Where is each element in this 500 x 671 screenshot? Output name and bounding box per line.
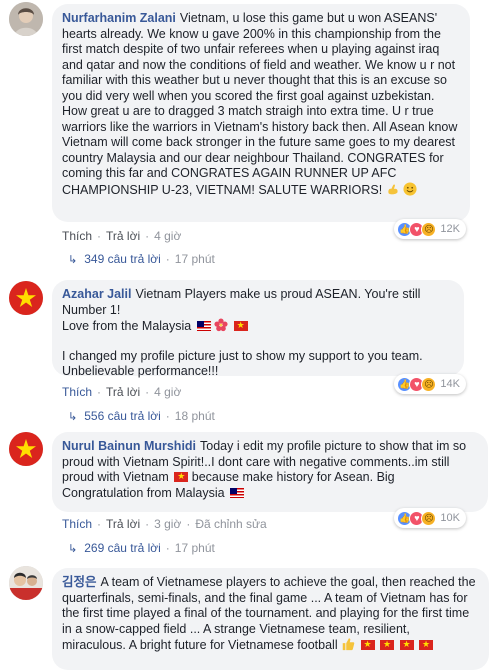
replies-time: 17 phút <box>174 541 215 555</box>
comment-bubble: Nurfarhanim Zalani Vietnam, u lose this g… <box>52 4 470 222</box>
comment-author[interactable]: Azahar Jalil <box>62 287 131 301</box>
comment-author[interactable]: 김정은 <box>62 575 97 589</box>
replies-time: 17 phút <box>174 252 215 266</box>
sad-reaction-icon: ☹ <box>421 510 437 526</box>
reply-arrow-icon: ↳ <box>68 253 78 266</box>
malaysia-flag-icon <box>230 487 245 498</box>
comment-bubble: Nurul Bainun Murshidi Today i edit my pro… <box>52 432 488 512</box>
replies-time: 18 phút <box>174 409 215 423</box>
reaction-summary[interactable]: 👍 ♥ ☹ 10K <box>394 508 466 528</box>
comment-item: 김정은 A team of Vietnamese players to achie… <box>0 562 500 671</box>
reply-arrow-icon: ↳ <box>68 542 78 555</box>
vietnam-flag-icon <box>399 637 414 652</box>
comment-bubble: Azahar Jalil Vietnam Players make us prou… <box>52 280 464 379</box>
comment-time[interactable]: 4 giờ <box>154 385 181 399</box>
reaction-count: 12K <box>440 223 460 235</box>
comment-actions: Thích · Trả lời · 4 giờ <box>62 385 182 399</box>
reply-arrow-icon: ↳ <box>68 410 78 423</box>
comment-author[interactable]: Nurul Bainun Murshidi <box>62 439 196 453</box>
replies-count[interactable]: 556 câu trả lời <box>84 409 161 423</box>
sad-reaction-icon: ☹ <box>421 221 437 237</box>
vietnam-flag-icon <box>174 469 189 484</box>
reply-link[interactable]: Trả lời <box>106 517 140 531</box>
hibiscus-icon <box>214 318 228 332</box>
malaysia-flag-icon <box>196 321 211 331</box>
flexed-biceps-icon <box>388 184 398 194</box>
view-replies[interactable]: ↳ 269 câu trả lời · 17 phút <box>68 541 215 555</box>
replies-count[interactable]: 269 câu trả lời <box>84 541 161 555</box>
reaction-count: 10K <box>440 512 460 524</box>
vietnam-flag-icon <box>233 318 248 333</box>
avatar[interactable] <box>9 281 43 315</box>
comment-actions: Thích · Trả lời · 3 giờ · Đã chỉnh sửa <box>62 517 267 531</box>
comment-item: Nurul Bainun Murshidi Today i edit my pro… <box>0 428 500 558</box>
vietnam-flag-icon <box>380 637 395 652</box>
reaction-summary[interactable]: 👍 ♥ ☹ 12K <box>394 219 466 239</box>
comment-time[interactable]: 3 giờ <box>154 517 181 531</box>
thumbs-up-icon <box>342 638 355 651</box>
comment-item: Azahar Jalil Vietnam Players make us prou… <box>0 278 500 423</box>
smiling-face-icon <box>403 181 417 196</box>
vietnam-flag-icon <box>419 637 434 652</box>
comment-bubble: 김정은 A team of Vietnamese players to achie… <box>52 568 489 670</box>
reaction-count: 14K <box>440 378 460 390</box>
comment-text: I changed my profile picture just to sho… <box>62 348 423 379</box>
replies-count[interactable]: 349 câu trả lời <box>84 252 161 266</box>
comment-text: Vietnam, u lose this game but u won ASEA… <box>62 11 458 197</box>
like-link[interactable]: Thích <box>62 517 92 531</box>
reaction-summary[interactable]: 👍 ♥ ☹ 14K <box>394 374 466 394</box>
comment-author[interactable]: Nurfarhanim Zalani <box>62 11 176 25</box>
comment-thread: Nurfarhanim Zalani Vietnam, u lose this g… <box>0 0 500 671</box>
like-link[interactable]: Thích <box>62 385 92 399</box>
like-link[interactable]: Thích <box>62 229 92 243</box>
avatar[interactable] <box>9 566 43 600</box>
comment-item: Nurfarhanim Zalani Vietnam, u lose this g… <box>0 0 500 266</box>
comment-actions: Thích · Trả lời · 4 giờ <box>62 229 182 243</box>
comment-text: Love from the Malaysia <box>62 319 192 333</box>
avatar[interactable] <box>9 2 43 36</box>
vietnam-flag-icon <box>360 637 375 652</box>
avatar[interactable] <box>9 432 43 466</box>
view-replies[interactable]: ↳ 556 câu trả lời · 18 phút <box>68 409 215 423</box>
reply-link[interactable]: Trả lời <box>106 229 140 243</box>
view-replies[interactable]: ↳ 349 câu trả lời · 17 phút <box>68 252 215 266</box>
comment-time[interactable]: 4 giờ <box>154 229 181 243</box>
reply-link[interactable]: Trả lời <box>106 385 140 399</box>
edited-label[interactable]: Đã chỉnh sửa <box>195 517 266 531</box>
sad-reaction-icon: ☹ <box>421 376 437 392</box>
